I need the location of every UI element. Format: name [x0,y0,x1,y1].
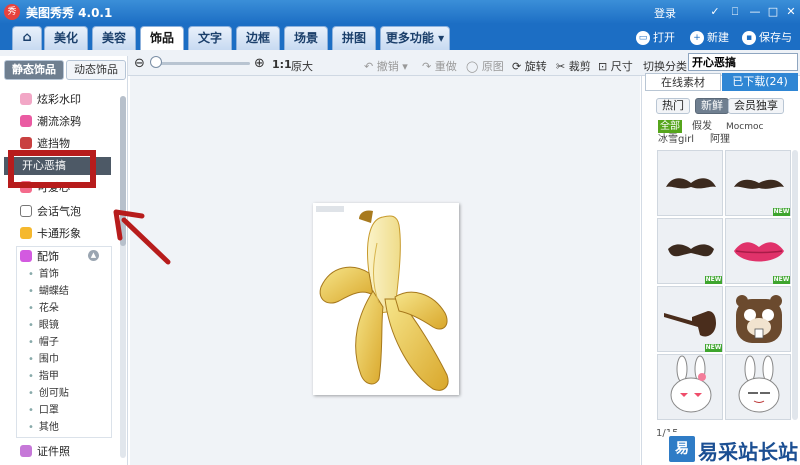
annotation-arrow [113,209,171,265]
